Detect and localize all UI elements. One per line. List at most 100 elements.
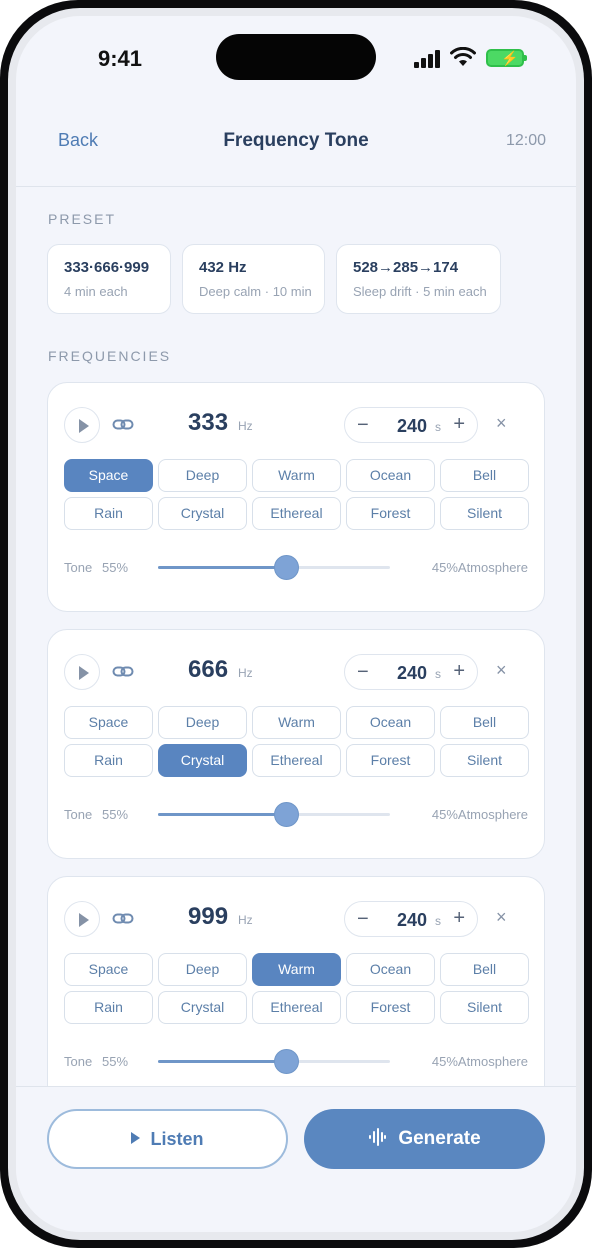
device-frame: 9:41 ⚡ Back Frequency Tone 12:00 PRESET … [0,0,592,1248]
play-button[interactable] [64,407,100,443]
frequency-unit: Hz [238,666,253,680]
slider-fill [158,566,286,569]
sound-chip[interactable]: Crystal [158,497,247,530]
status-time: 9:41 [98,46,143,71]
wifi-icon [450,47,476,66]
frequency-value: 666 [188,656,229,683]
generate-label: Generate [398,1128,481,1149]
remove-frequency-button[interactable]: × [496,660,507,681]
slider-fill [158,813,286,816]
sound-chip[interactable]: Silent [440,744,529,777]
sound-chip[interactable]: Silent [440,497,529,530]
preset-card-333-666-999[interactable]: 333·666·999 4 min each [47,244,171,314]
sound-chip[interactable]: Bell [440,953,529,986]
preset-card-432[interactable]: 432 Hz Deep calm · 10 min [182,244,325,314]
sound-chip[interactable]: Ocean [346,459,435,492]
remove-frequency-button[interactable]: × [496,907,507,928]
frequency-value: 999 [188,903,229,930]
duration-value: 240 [397,910,428,930]
link-icon[interactable] [112,909,134,929]
sound-chip[interactable]: Ethereal [252,991,341,1024]
signal-icon [414,50,442,68]
tone-atmosphere-slider[interactable] [158,1049,390,1074]
decrease-duration-button[interactable]: − [357,908,369,931]
sound-chip[interactable]: Bell [440,459,529,492]
sound-chip[interactable]: Crystal [158,744,247,777]
tone-percent: 55% [102,1054,129,1069]
link-icon[interactable] [112,662,134,682]
tone-percent: 55% [102,807,129,822]
sound-chip[interactable]: Deep [158,953,247,986]
play-icon [131,1132,141,1145]
duration-stepper: − 240 s + [344,407,478,443]
duration-value: 240 [397,416,428,436]
nav-divider [16,186,576,187]
slider-thumb[interactable] [274,802,299,827]
sound-chip[interactable]: Warm [252,706,341,739]
bottom-action-bar: Listen Generate [16,1086,576,1232]
preset-subtitle: Sleep drift · 5 min each [353,284,487,299]
preset-subtitle: Deep calm · 10 min [199,284,312,299]
sound-chip[interactable]: Bell [440,706,529,739]
remove-frequency-button[interactable]: × [496,413,507,434]
tone-label: Tone [64,807,93,822]
sound-chip[interactable]: Warm [252,953,341,986]
sound-chip[interactable]: Space [64,459,153,492]
sound-chip[interactable]: Warm [252,459,341,492]
sound-chip[interactable]: Forest [346,991,435,1024]
tone-atmosphere-slider[interactable] [158,555,390,580]
battery-icon: ⚡ [486,49,527,67]
increase-duration-button[interactable]: + [453,413,465,436]
sound-chip[interactable]: Deep [158,459,247,492]
increase-duration-button[interactable]: + [453,907,465,930]
sound-chip[interactable]: Forest [346,497,435,530]
total-duration: 12:00 [505,132,546,149]
slider-fill [158,1060,286,1063]
frequencies-section-label: FREQUENCIES [48,348,172,364]
sound-chip[interactable]: Silent [440,991,529,1024]
listen-label: Listen [150,1129,204,1149]
generate-button[interactable]: Generate [304,1109,545,1169]
sound-chip[interactable]: Rain [64,991,153,1024]
sound-chip[interactable]: Space [64,953,153,986]
preset-title: 528→285→174 [353,259,459,276]
app-screen: 9:41 ⚡ Back Frequency Tone 12:00 PRESET … [16,16,576,1232]
sound-chip[interactable]: Forest [346,744,435,777]
duration-unit: s [435,420,441,434]
atmosphere-percent: 45%Atmosphere [431,807,528,822]
atmosphere-percent: 45%Atmosphere [431,560,528,575]
sound-chip[interactable]: Ethereal [252,744,341,777]
sound-chip[interactable]: Crystal [158,991,247,1024]
sound-chip[interactable]: Ocean [346,706,435,739]
tone-label: Tone [64,560,93,575]
slider-thumb[interactable] [274,555,299,580]
decrease-duration-button[interactable]: − [357,414,369,437]
sound-chip[interactable]: Rain [64,497,153,530]
sound-chip[interactable]: Ethereal [252,497,341,530]
play-button[interactable] [64,654,100,690]
duration-stepper: − 240 s + [344,901,478,937]
decrease-duration-button[interactable]: − [357,661,369,684]
page-title: Frequency Tone [223,130,369,151]
duration-stepper: − 240 s + [344,654,478,690]
preset-subtitle: 4 min each [64,284,128,299]
play-button[interactable] [64,901,100,937]
waveform-icon [369,1127,387,1146]
frequency-card: 999 Hz − 240 s + × Space Deep Warm Ocean Bell Rain Cr… [47,876,545,1106]
sound-chip[interactable]: Deep [158,706,247,739]
increase-duration-button[interactable]: + [453,660,465,683]
sound-chip[interactable]: Rain [64,744,153,777]
sound-chip[interactable]: Ocean [346,953,435,986]
preset-card-528-285-174[interactable]: 528→285→174 Sleep drift · 5 min each [336,244,501,314]
tone-percent: 55% [102,560,129,575]
listen-button[interactable]: Listen [47,1109,288,1169]
duration-unit: s [435,914,441,928]
slider-thumb[interactable] [274,1049,299,1074]
frequency-card: 333 Hz − 240 s + × Space Deep Warm Ocean Bell Rain Cr… [47,382,545,612]
link-icon[interactable] [112,415,134,435]
frequency-unit: Hz [238,913,253,927]
tone-atmosphere-slider[interactable] [158,802,390,827]
atmosphere-percent: 45%Atmosphere [431,1054,528,1069]
dynamic-island [216,34,376,80]
sound-chip[interactable]: Space [64,706,153,739]
